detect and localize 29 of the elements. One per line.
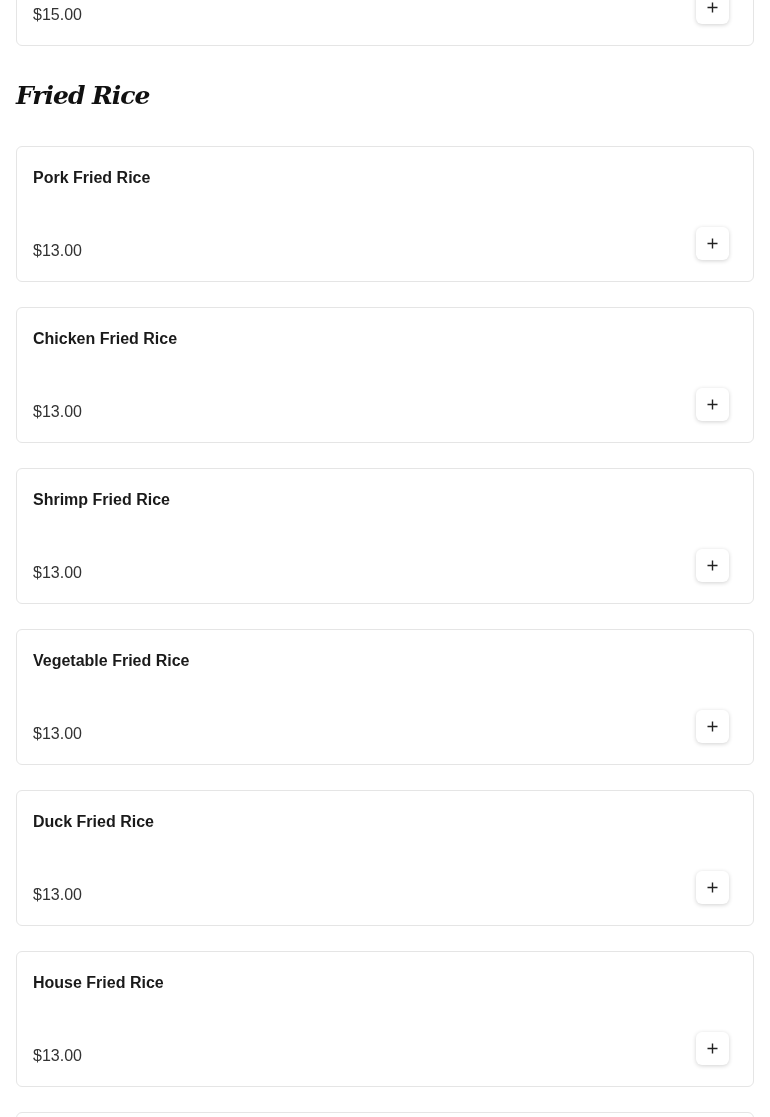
menu-item-card[interactable]: Chicken Fried Rice $13.00 xyxy=(16,307,754,443)
plus-icon xyxy=(707,882,718,893)
item-name: House Fried Rice xyxy=(33,973,164,993)
item-name: Pork Fried Rice xyxy=(33,168,151,188)
plus-icon xyxy=(707,399,718,410)
menu-item-card[interactable]: $15.00 xyxy=(16,0,754,46)
item-price: $13.00 xyxy=(33,1046,82,1066)
item-name: Chicken Fried Rice xyxy=(33,329,178,349)
item-price: $13.00 xyxy=(33,241,82,261)
item-name: Vegetable Fried Rice xyxy=(33,651,190,671)
item-name: Duck Fried Rice xyxy=(33,812,154,832)
item-price: $13.00 xyxy=(33,885,82,905)
menu-item-card[interactable]: Pork Fried Rice $13.00 xyxy=(16,146,754,282)
item-name: Shrimp Fried Rice xyxy=(33,490,170,510)
item-price: $15.00 xyxy=(33,5,82,25)
plus-icon xyxy=(707,1043,718,1054)
item-price: $13.00 xyxy=(33,402,82,422)
item-price: $13.00 xyxy=(33,563,82,583)
add-button[interactable] xyxy=(696,0,729,24)
item-price: $13.00 xyxy=(33,724,82,744)
plus-icon xyxy=(707,2,718,13)
menu-item-card[interactable]: Shrimp Fried Rice $13.00 xyxy=(16,468,754,604)
plus-icon xyxy=(707,238,718,249)
plus-icon xyxy=(707,560,718,571)
section-heading: Fried Rice xyxy=(16,80,150,113)
menu-item-card[interactable]: Vegetable Fried Rice $13.00 xyxy=(16,629,754,765)
menu-item-card[interactable]: Duck Fried Rice $13.00 xyxy=(16,790,754,926)
plus-icon xyxy=(707,721,718,732)
menu-item-card[interactable]: House Fried Rice $13.00 xyxy=(16,951,754,1087)
